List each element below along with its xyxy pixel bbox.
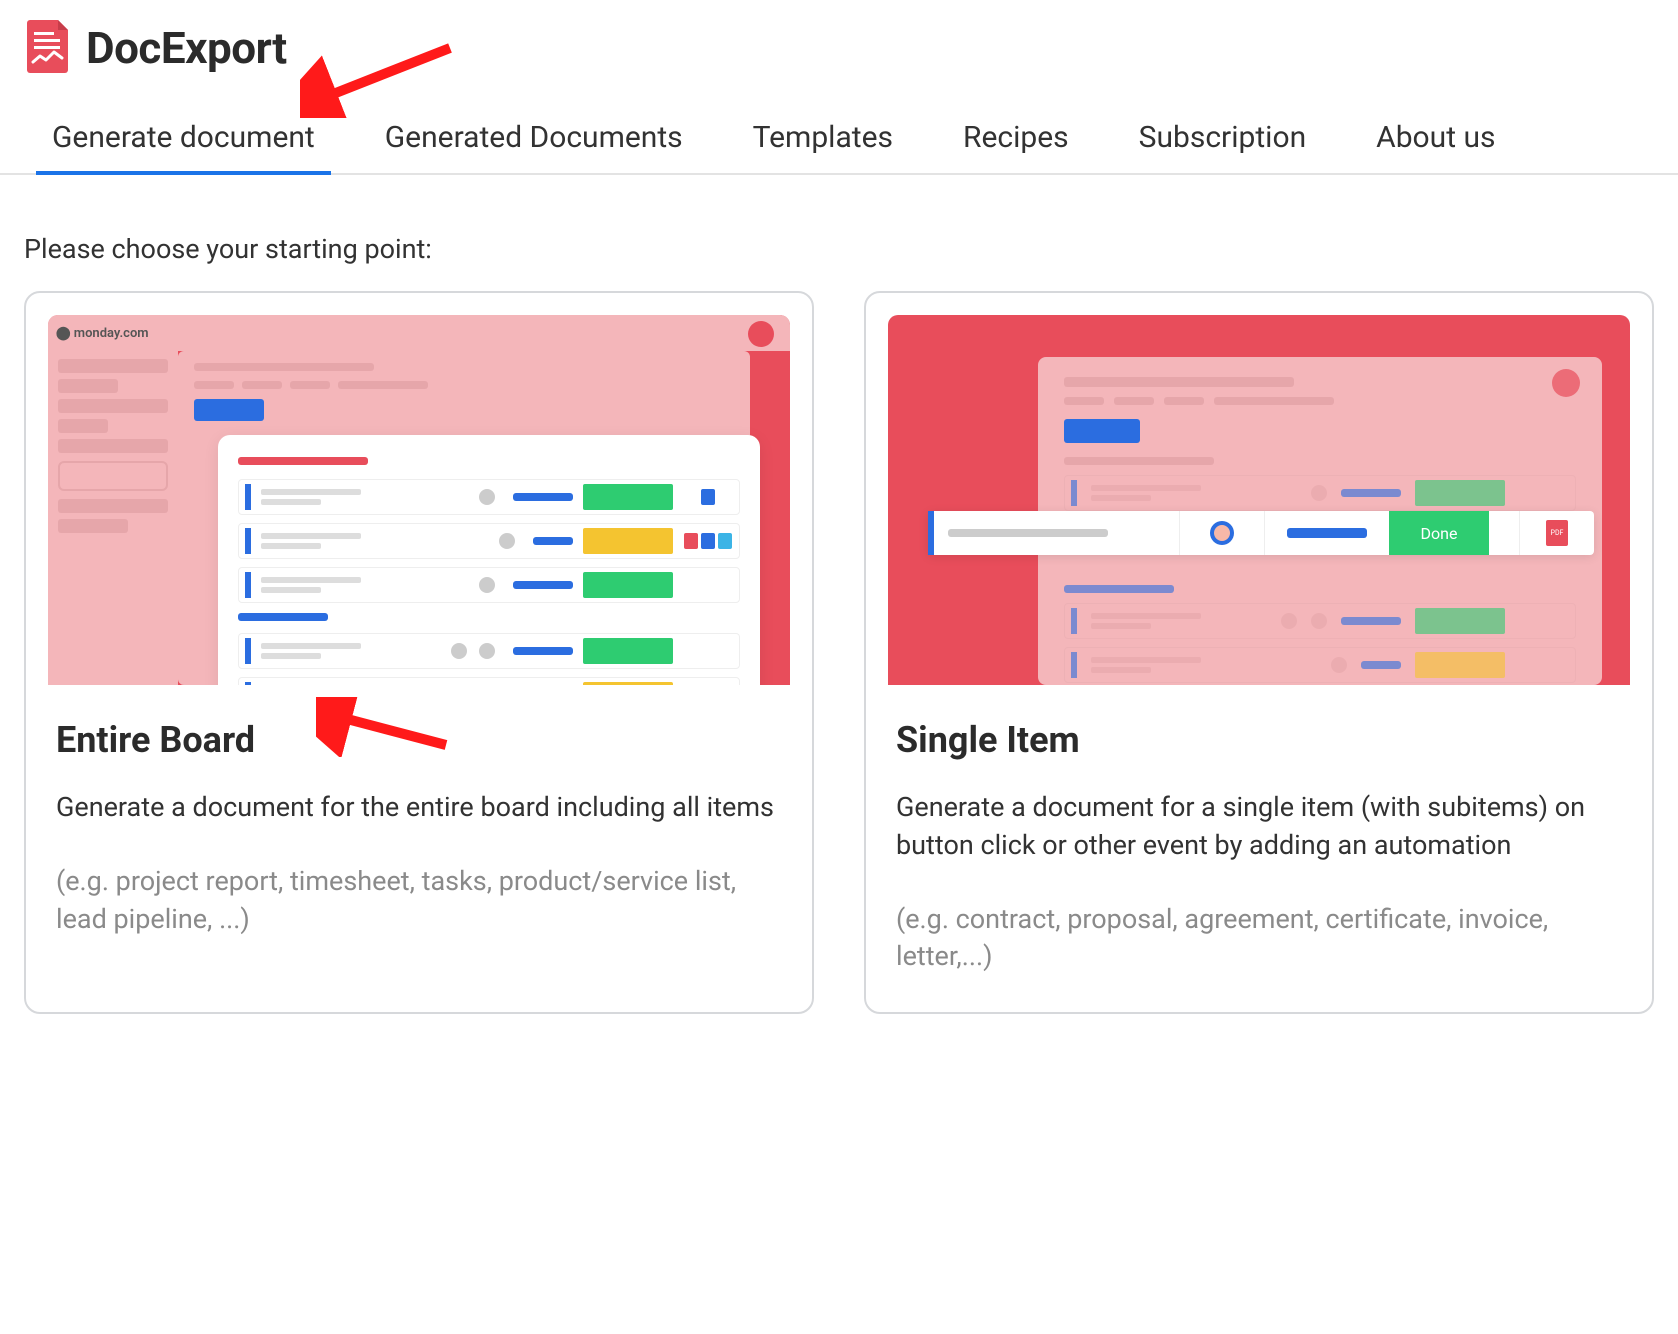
card-entire-board[interactable]: ⬤ monday.com E <box>24 291 814 1014</box>
tab-subscription[interactable]: Subscription <box>1139 120 1306 173</box>
cards-container: ⬤ monday.com E <box>0 291 1678 1014</box>
card-entire-board-description: Generate a document for the entire board… <box>56 789 782 827</box>
card-entire-board-title: Entire Board <box>56 719 782 761</box>
card-single-item-description: Generate a document for a single item (w… <box>896 789 1622 865</box>
docexport-logo-icon <box>24 18 86 78</box>
card-single-item[interactable]: Done Single Item Generate a document for… <box>864 291 1654 1014</box>
starting-point-prompt: Please choose your starting point: <box>0 175 1678 291</box>
tab-templates[interactable]: Templates <box>753 120 893 173</box>
card-entire-board-illustration: ⬤ monday.com <box>48 315 790 685</box>
tab-generated-documents[interactable]: Generated Documents <box>385 120 683 173</box>
card-entire-board-examples: (e.g. project report, timesheet, tasks, … <box>56 863 782 939</box>
tabs-bar: Generate document Generated Documents Te… <box>0 88 1678 175</box>
card-single-item-examples: (e.g. contract, proposal, agreement, cer… <box>896 901 1622 977</box>
app-title: DocExport <box>86 22 287 74</box>
card-single-item-illustration: Done <box>888 315 1630 685</box>
tab-about-us[interactable]: About us <box>1376 120 1495 173</box>
tab-recipes[interactable]: Recipes <box>963 120 1069 173</box>
illustration-done-status: Done <box>1389 511 1489 555</box>
pdf-icon <box>1546 520 1568 546</box>
app-header: DocExport <box>0 0 1678 88</box>
card-single-item-title: Single Item <box>896 719 1622 761</box>
tab-generate-document[interactable]: Generate document <box>52 120 315 173</box>
